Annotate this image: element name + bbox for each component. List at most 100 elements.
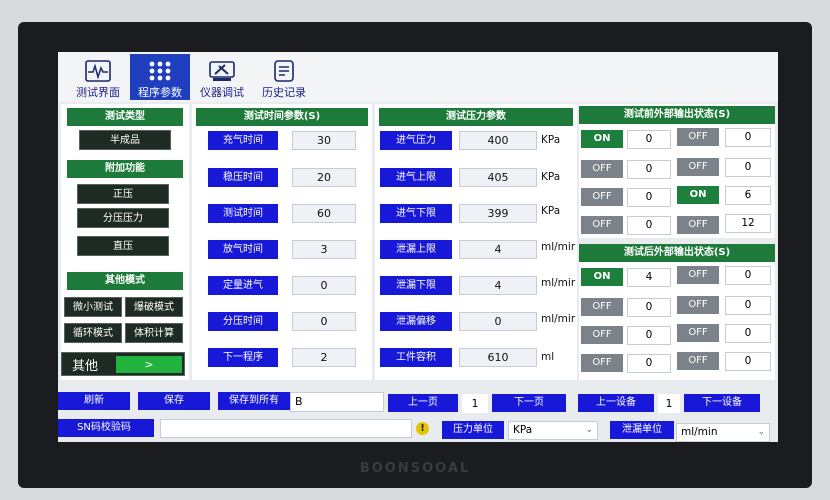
addon-header: 附加功能 <box>67 160 183 178</box>
pre-output-8-state[interactable]: OFF <box>677 216 719 234</box>
pre-output-6-time[interactable]: 6 <box>725 186 771 205</box>
post-output-7-state[interactable]: OFF <box>581 354 623 372</box>
leak-label-offset: 泄漏偏移 <box>380 312 452 331</box>
brand-logo: BOONSOOAL <box>359 461 471 476</box>
tools-icon <box>209 61 235 81</box>
tab-test[interactable]: 测试界面 <box>68 54 128 100</box>
post-output-8-time[interactable]: 0 <box>725 352 771 371</box>
pressure-unit-intake-upper: KPa <box>541 171 561 183</box>
time-value-stabilize[interactable]: 20 <box>292 168 356 187</box>
other-label: 其他 <box>72 359 99 374</box>
post-output-8-state[interactable]: OFF <box>677 352 719 370</box>
time-value-next-program[interactable]: 2 <box>292 348 356 367</box>
mode-burst[interactable]: 爆破模式 <box>125 297 183 317</box>
leak-value-lower[interactable]: 4 <box>459 276 537 295</box>
tab-history[interactable]: 历史记录 <box>254 54 314 100</box>
addon-partial-pressure[interactable]: 分压压力 <box>77 208 169 228</box>
tab-label: 仪器调试 <box>200 86 244 99</box>
screen: 测试界面 程序参数 仪器调试 历史记录 测试类型 半成品 附加功能 正压 分压压… <box>58 52 778 442</box>
workpiece-volume-unit: ml <box>541 351 555 363</box>
time-value-exhaust[interactable]: 3 <box>292 240 356 259</box>
post-output-3-state[interactable]: OFF <box>581 298 623 316</box>
chevron-down-icon: ⌄ <box>757 427 765 437</box>
next-device-button[interactable]: 下一设备 <box>684 394 760 412</box>
time-label-exhaust: 放气时间 <box>208 240 278 259</box>
post-output-7-time[interactable]: 0 <box>627 354 671 373</box>
time-label-next-program: 下一程序 <box>208 348 278 367</box>
mode-volume-calc[interactable]: 体积计算 <box>125 323 183 343</box>
pre-output-4-state[interactable]: OFF <box>677 158 719 176</box>
waveform-icon <box>85 60 111 82</box>
chevron-right-icon: > <box>144 358 154 371</box>
post-output-2-state[interactable]: OFF <box>677 266 719 284</box>
next-page-button[interactable]: 下一页 <box>492 394 566 412</box>
pressure-value-intake[interactable]: 400 <box>459 131 537 150</box>
pre-output-3-state[interactable]: OFF <box>581 160 623 178</box>
post-output-6-state[interactable]: OFF <box>677 324 719 342</box>
top-nav: 测试界面 程序参数 仪器调试 历史记录 <box>58 52 778 102</box>
save-button[interactable]: 保存 <box>138 392 210 410</box>
pre-output-1-state[interactable]: ON <box>581 130 623 148</box>
pre-output-5-time[interactable]: 0 <box>627 188 671 207</box>
refresh-button[interactable]: 刷新 <box>58 392 130 410</box>
sn-verify-button[interactable]: SN码校验码 <box>58 419 154 437</box>
leak-unit-lower: ml/mir <box>541 277 576 289</box>
pre-output-7-state[interactable]: OFF <box>581 216 623 234</box>
tab-label: 历史记录 <box>262 86 306 99</box>
save-all-button[interactable]: 保存到所有 <box>218 392 290 410</box>
pre-output-2-state[interactable]: OFF <box>677 128 719 146</box>
pressure-params-panel: 测试压力参数 进气压力 400 KPa 进气上限 405 KPa 进气下限 39… <box>375 104 577 380</box>
post-output-4-time[interactable]: 0 <box>725 296 771 315</box>
pressure-unit-select[interactable]: KPa ⌄ <box>508 421 598 440</box>
pre-output-header: 测试前外部输出状态(S) <box>579 106 775 124</box>
time-label-quant-intake: 定量进气 <box>208 276 278 295</box>
pre-output-8-time[interactable]: 12 <box>725 214 771 233</box>
post-output-header: 测试后外部输出状态(S) <box>579 244 775 262</box>
pre-output-3-time[interactable]: 0 <box>627 160 671 179</box>
addon-positive-pressure[interactable]: 正压 <box>77 184 169 204</box>
post-output-1-time[interactable]: 4 <box>627 268 671 287</box>
program-name-field[interactable]: B <box>290 392 384 412</box>
post-output-3-time[interactable]: 0 <box>627 298 671 317</box>
post-output-4-state[interactable]: OFF <box>677 296 719 314</box>
time-value-fill[interactable]: 30 <box>292 131 356 150</box>
pre-output-4-time[interactable]: 0 <box>725 158 771 177</box>
mode-cycle[interactable]: 循环模式 <box>64 323 122 343</box>
post-output-5-time[interactable]: 0 <box>627 326 671 345</box>
pressure-unit-label: 压力单位 <box>442 421 504 439</box>
leak-unit-select[interactable]: ml/min ⌄ <box>676 423 770 442</box>
pressure-label-intake: 进气压力 <box>380 131 452 150</box>
mode-micro-test[interactable]: 微小测试 <box>64 297 122 317</box>
pressure-value-intake-upper[interactable]: 405 <box>459 168 537 187</box>
time-value-test[interactable]: 60 <box>292 204 356 223</box>
sn-input[interactable] <box>160 419 412 438</box>
leak-unit-offset: ml/mir <box>541 313 576 325</box>
tab-program-params[interactable]: 程序参数 <box>130 54 190 100</box>
post-output-1-state[interactable]: ON <box>581 268 623 286</box>
pre-output-2-time[interactable]: 0 <box>725 128 771 147</box>
time-value-quant-intake[interactable]: 0 <box>292 276 356 295</box>
post-output-panel: 测试后外部输出状态(S) ON 4 OFF 0 OFF 0 OFF 0 OFF … <box>579 244 775 380</box>
leak-unit-upper: ml/mir <box>541 241 576 253</box>
pre-output-1-time[interactable]: 0 <box>627 130 671 149</box>
test-type-value[interactable]: 半成品 <box>79 130 171 150</box>
prev-device-button[interactable]: 上一设备 <box>578 394 654 412</box>
time-value-partial[interactable]: 0 <box>292 312 356 331</box>
other-row: 其他 > <box>61 352 185 376</box>
tab-instrument-debug[interactable]: 仪器调试 <box>192 54 252 100</box>
other-next-button[interactable]: > <box>116 356 182 373</box>
post-output-5-state[interactable]: OFF <box>581 326 623 344</box>
pre-output-6-state[interactable]: ON <box>677 186 719 204</box>
post-output-6-time[interactable]: 0 <box>725 324 771 343</box>
prev-page-button[interactable]: 上一页 <box>388 394 458 412</box>
leak-value-upper[interactable]: 4 <box>459 240 537 259</box>
addon-direct-pressure[interactable]: 直压 <box>77 236 169 256</box>
pre-output-5-state[interactable]: OFF <box>581 188 623 206</box>
pressure-value-intake-lower[interactable]: 399 <box>459 204 537 223</box>
device-number: 1 <box>658 394 680 413</box>
post-output-2-time[interactable]: 0 <box>725 266 771 285</box>
leak-value-offset[interactable]: 0 <box>459 312 537 331</box>
pre-output-7-time[interactable]: 0 <box>627 216 671 235</box>
time-params-panel: 测试时间参数(S) 充气时间 30 稳压时间 20 测试时间 60 放气时间 3… <box>192 104 372 380</box>
workpiece-volume-value[interactable]: 610 <box>459 348 537 367</box>
